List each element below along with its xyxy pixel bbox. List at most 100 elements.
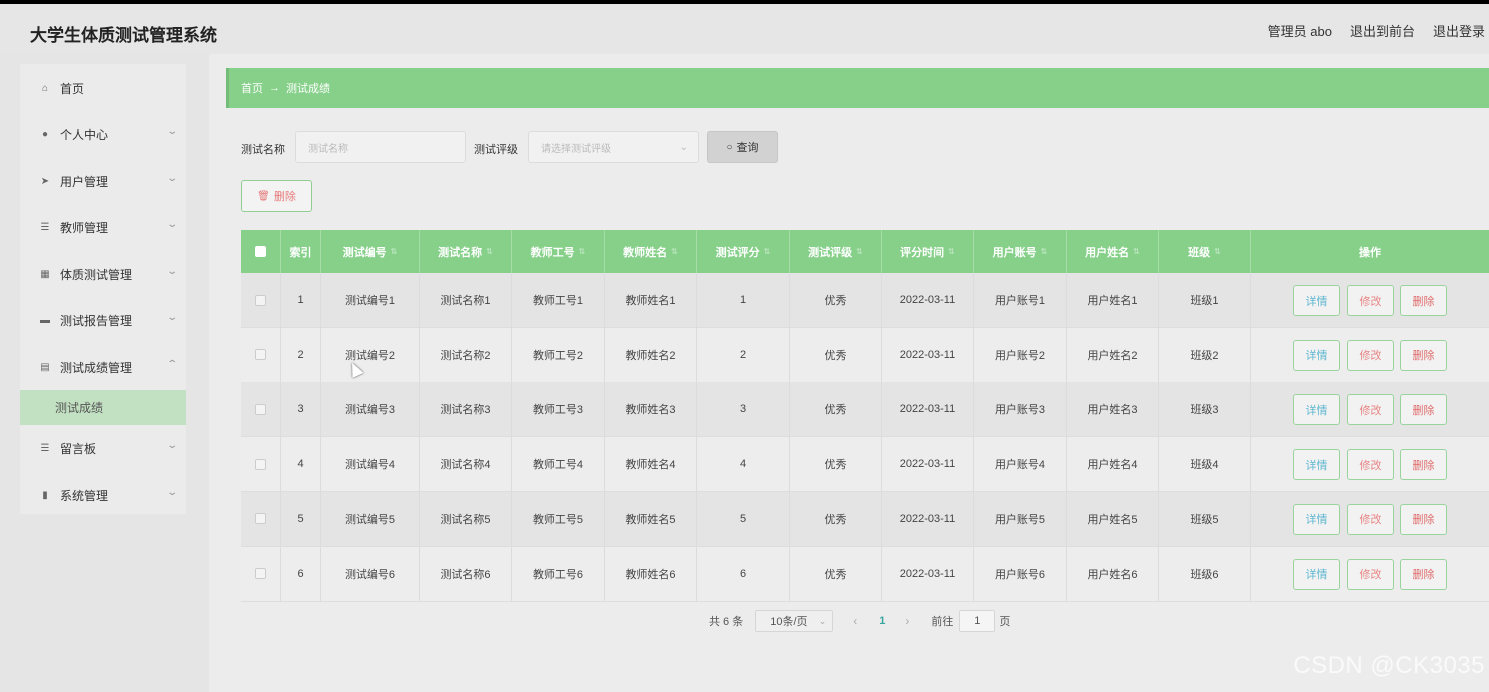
delete-button[interactable]: 删除: [1400, 558, 1447, 590]
detail-button[interactable]: 详情: [1293, 394, 1340, 426]
test-name-input[interactable]: 测试名称: [295, 131, 466, 163]
header-test-name[interactable]: 测试名称 ⇅: [420, 230, 512, 273]
detail-button[interactable]: 详情: [1293, 503, 1340, 535]
chevron-down-icon: ⌄: [165, 312, 178, 323]
cell-test-grade: 优秀: [790, 491, 882, 546]
header-teacher-name[interactable]: 教师姓名 ⇅: [605, 230, 697, 273]
detail-button[interactable]: 详情: [1293, 558, 1340, 590]
edit-button[interactable]: 修改: [1347, 558, 1394, 590]
row-checkbox[interactable]: [255, 513, 266, 525]
row-checkbox-cell: [241, 437, 281, 492]
cell-teacher-name: 教师姓名5: [605, 491, 697, 546]
header-user-account[interactable]: 用户账号 ⇅: [974, 230, 1067, 273]
test-grade-select[interactable]: 请选择测试评级 ⌄: [528, 131, 699, 163]
cell-test-id: 测试编号5: [321, 491, 420, 546]
sidebar-item-profile[interactable]: ● 个人中心 ⌄: [20, 114, 186, 154]
sidebar-item-system[interactable]: ▮ 系统管理 ⌄: [20, 475, 186, 515]
delete-button[interactable]: 删除: [1400, 285, 1447, 316]
cell-test-score: 6: [697, 546, 790, 601]
goto-page-input[interactable]: 1: [959, 610, 996, 632]
sort-icon: ⇅: [856, 247, 863, 256]
batch-delete-button[interactable]: 🗑 删除: [241, 180, 312, 212]
monitor-icon: ▬: [40, 314, 50, 326]
detail-button[interactable]: 详情: [1293, 339, 1340, 371]
back-to-front-link[interactable]: 退出到前台: [1350, 21, 1415, 40]
admin-user-link[interactable]: 管理员 abo: [1268, 21, 1332, 40]
header-checkbox-cell: [241, 230, 281, 273]
delete-button[interactable]: 删除: [1400, 339, 1447, 371]
sidebar-item-home[interactable]: ⌂ 首页: [20, 68, 186, 108]
header-label: 测试评分: [715, 246, 760, 259]
header-user-name[interactable]: 用户姓名 ⇅: [1067, 230, 1159, 273]
cell-actions: 详情 修改 删除: [1251, 547, 1489, 601]
chevron-down-icon: ⌄: [165, 126, 178, 137]
header-test-id[interactable]: 测试编号 ⇅: [321, 230, 420, 273]
cell-user-name: 用户姓名5: [1067, 491, 1159, 546]
header-test-grade[interactable]: 测试评级 ⇅: [790, 230, 882, 273]
sort-icon: ⇅: [1040, 247, 1048, 256]
cell-test-name: 测试名称6: [420, 546, 512, 601]
breadcrumb-home[interactable]: 首页: [241, 80, 263, 96]
edit-button[interactable]: 修改: [1347, 503, 1394, 535]
header-label: 测试评级: [808, 246, 853, 259]
page-size-select[interactable]: 10条/页 ⌄: [755, 610, 834, 632]
cell-teacher-id: 教师工号4: [512, 437, 605, 492]
table-row: 5 测试编号5 测试名称5 教师工号5 教师姓名5 5 优秀 2022-03-11 用户账号5 用…: [241, 491, 1489, 547]
table-row: 6 测试编号6 测试名称6 教师工号6 教师姓名6 6 优秀 2022-03-11 用户账号6 用…: [241, 546, 1489, 602]
trash-icon: 🗑: [257, 190, 270, 202]
send-icon: ➤: [40, 175, 50, 187]
query-button-label: 查询: [736, 142, 759, 154]
page-unit-label: 页: [999, 616, 1011, 628]
edit-button[interactable]: 修改: [1347, 394, 1394, 426]
breadcrumb-arrow-icon: →: [269, 82, 280, 94]
logout-link[interactable]: 退出登录: [1433, 21, 1485, 40]
sidebar-subitem-test-scores[interactable]: 测试成绩: [20, 390, 186, 425]
header-test-score[interactable]: 测试评分 ⇅: [697, 230, 790, 273]
prev-page-icon[interactable]: ‹: [853, 614, 857, 628]
cell-index: 1: [281, 273, 321, 327]
header-class[interactable]: 班级 ⇅: [1159, 230, 1251, 273]
row-checkbox[interactable]: [255, 568, 266, 579]
sidebar-item-users[interactable]: ➤ 用户管理 ⌄: [20, 161, 186, 201]
table-row: 4 测试编号4 测试名称4 教师工号4 教师姓名4 4 优秀 2022-03-11 用户账号4 用…: [241, 437, 1489, 493]
sidebar-item-message-board[interactable]: ☰ 留言板 ⌄: [20, 428, 186, 468]
sidebar-item-test-reports[interactable]: ▬ 测试报告管理 ⌄: [20, 300, 186, 340]
row-checkbox[interactable]: [255, 403, 266, 415]
cell-teacher-name: 教师姓名1: [605, 273, 697, 327]
header-teacher-id[interactable]: 教师工号 ⇅: [512, 230, 605, 273]
header-label: 教师工号: [530, 246, 575, 259]
row-checkbox[interactable]: [255, 458, 266, 470]
cell-index: 5: [281, 491, 321, 546]
cell-test-score: 2: [697, 327, 790, 382]
edit-button[interactable]: 修改: [1347, 285, 1394, 316]
detail-button[interactable]: 详情: [1293, 449, 1340, 481]
next-page-icon[interactable]: ›: [905, 614, 909, 628]
detail-button[interactable]: 详情: [1293, 285, 1340, 316]
sidebar-item-fitness-tests[interactable]: ▦ 体质测试管理 ⌄: [20, 254, 186, 294]
delete-button[interactable]: 删除: [1400, 503, 1447, 535]
row-checkbox-cell: [241, 546, 281, 601]
cell-user-name: 用户姓名2: [1067, 327, 1159, 382]
query-button[interactable]: ○ 查询: [707, 131, 778, 163]
current-page[interactable]: 1: [879, 615, 885, 627]
delete-button[interactable]: 删除: [1400, 449, 1447, 481]
header-score-time[interactable]: 评分时间 ⇅: [882, 230, 974, 273]
edit-button[interactable]: 修改: [1347, 449, 1394, 481]
header-index: 索引: [281, 230, 321, 273]
table-row: 1 测试编号1 测试名称1 教师工号1 教师姓名1 1 优秀 2022-03-11 用户账号1 用…: [241, 273, 1489, 328]
delete-button[interactable]: 删除: [1400, 394, 1447, 426]
edit-button[interactable]: 修改: [1347, 339, 1394, 371]
sidebar-item-test-scores[interactable]: ▤ 测试成绩管理 ⌃: [20, 347, 186, 387]
sidebar-item-teachers[interactable]: ☰ 教师管理 ⌄: [20, 207, 186, 247]
top-bar: 大学生体质测试管理系统 管理员 abo 退出到前台 退出登录: [0, 4, 1489, 54]
select-all-checkbox[interactable]: [255, 246, 266, 257]
row-checkbox[interactable]: [255, 294, 266, 306]
sort-icon: ⇅: [671, 247, 678, 256]
cell-user-name: 用户姓名1: [1067, 273, 1159, 327]
cell-class: 班级2: [1159, 327, 1251, 382]
cell-teacher-name: 教师姓名6: [605, 546, 697, 601]
cell-test-grade: 优秀: [790, 327, 882, 382]
row-checkbox[interactable]: [255, 349, 266, 361]
cell-score-time: 2022-03-11: [882, 327, 974, 382]
cell-teacher-id: 教师工号6: [512, 546, 605, 601]
